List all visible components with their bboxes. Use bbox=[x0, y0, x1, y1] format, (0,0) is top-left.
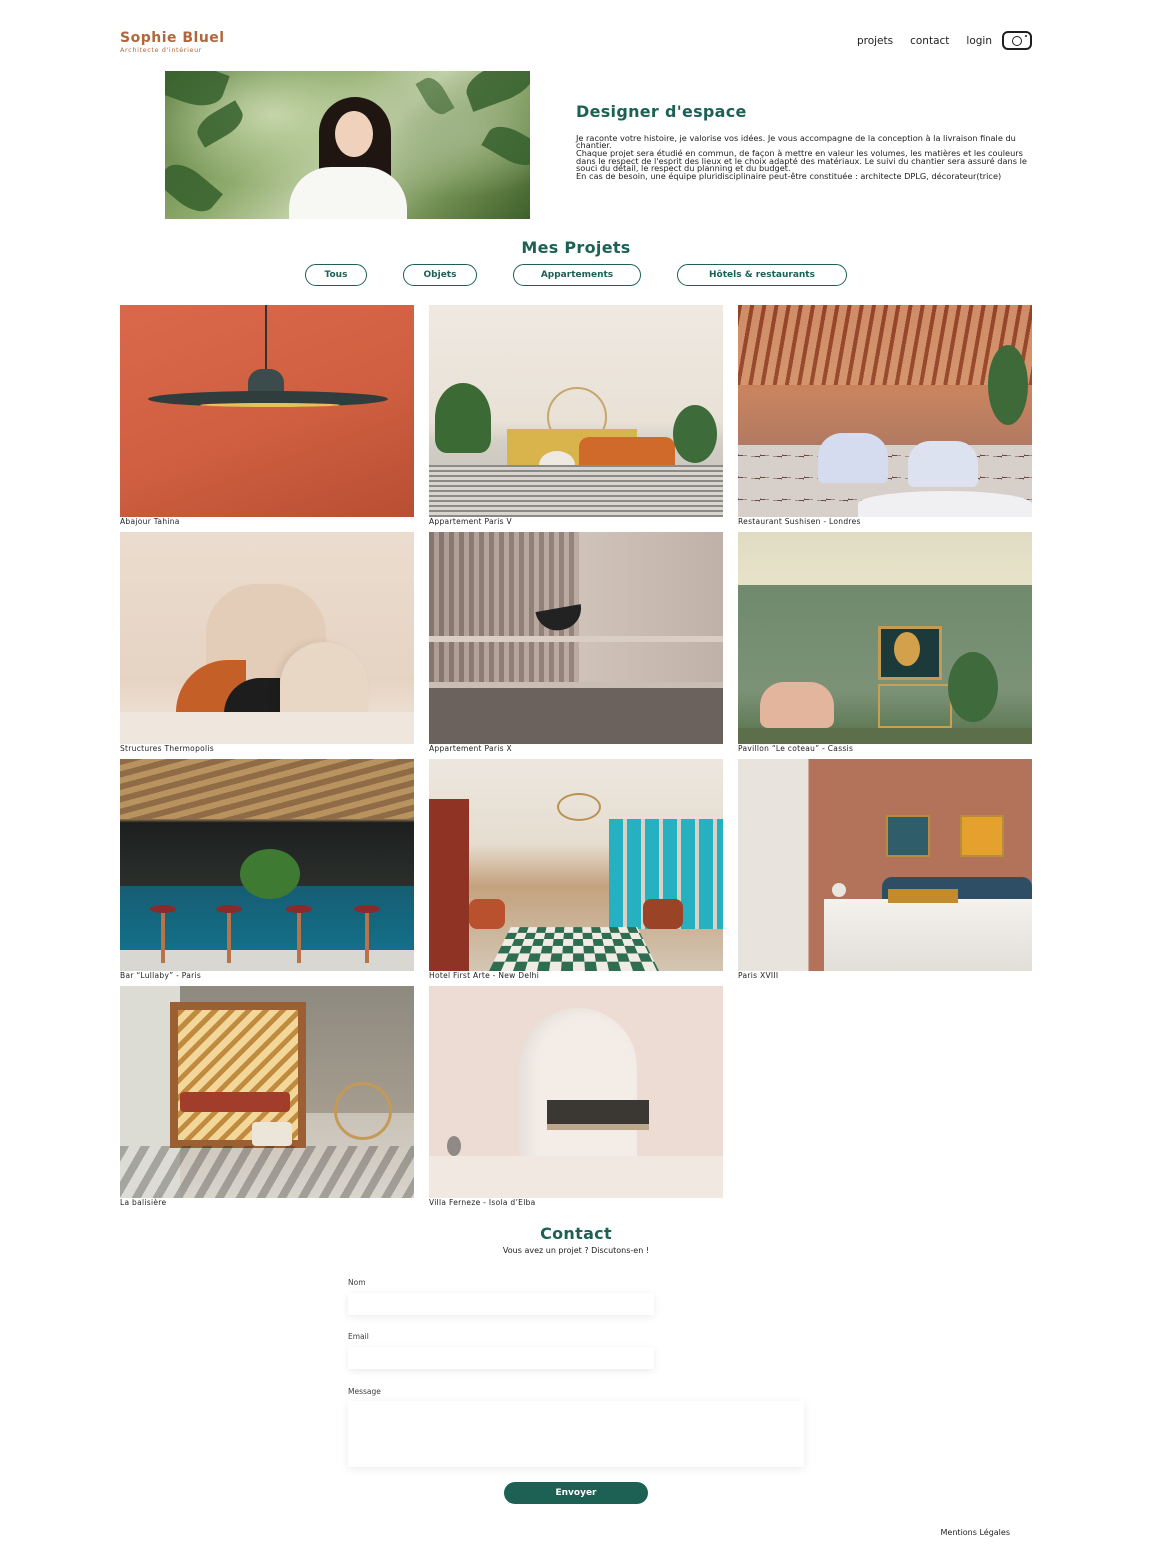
project-image bbox=[120, 986, 414, 1198]
name-label: Nom bbox=[348, 1278, 366, 1287]
logo-title: Sophie Bluel bbox=[120, 30, 225, 46]
project-caption: Paris XVIII bbox=[738, 971, 779, 980]
project-card[interactable]: Appartement Paris V bbox=[429, 305, 723, 526]
project-image bbox=[120, 759, 414, 971]
project-card[interactable]: Pavillon “Le coteau” - Cassis bbox=[738, 532, 1032, 753]
project-card[interactable]: Structures Thermopolis bbox=[120, 532, 414, 753]
logo-subtitle: Architecte d'intérieur bbox=[120, 46, 203, 54]
project-image bbox=[120, 532, 414, 744]
filter-tous[interactable]: Tous bbox=[305, 264, 367, 286]
intro-text: Designer d'espace Je raconte votre histo… bbox=[576, 102, 1032, 181]
message-field[interactable] bbox=[348, 1401, 804, 1467]
project-caption: Appartement Paris V bbox=[429, 517, 512, 526]
project-image bbox=[429, 305, 723, 517]
project-image bbox=[429, 759, 723, 971]
project-image bbox=[738, 305, 1032, 517]
profile-photo bbox=[165, 71, 530, 219]
project-caption: Hotel First Arte - New Delhi bbox=[429, 971, 540, 980]
email-field[interactable] bbox=[348, 1347, 654, 1369]
project-card[interactable]: Abajour Tahina bbox=[120, 305, 414, 526]
project-card[interactable]: La balisière bbox=[120, 986, 414, 1207]
project-caption: Pavillon “Le coteau” - Cassis bbox=[738, 744, 854, 753]
project-card[interactable]: Restaurant Sushisen - Londres bbox=[738, 305, 1032, 526]
project-card[interactable]: Bar “Lullaby” - Paris bbox=[120, 759, 414, 980]
email-label: Email bbox=[348, 1332, 369, 1341]
logo[interactable]: Sophie Bluel Architecte d'intérieur bbox=[120, 30, 225, 54]
project-image bbox=[429, 532, 723, 744]
message-label: Message bbox=[348, 1387, 381, 1396]
project-card[interactable]: Hotel First Arte - New Delhi bbox=[429, 759, 723, 980]
project-caption: Restaurant Sushisen - Londres bbox=[738, 517, 861, 526]
project-image bbox=[738, 759, 1032, 971]
project-caption: La balisière bbox=[120, 1198, 167, 1207]
contact-title: Contact bbox=[540, 1224, 612, 1243]
intro-paragraph: Je raconte votre histoire, je valorise v… bbox=[576, 133, 1016, 151]
filter-objets[interactable]: Objets bbox=[403, 264, 477, 286]
project-caption: Appartement Paris X bbox=[429, 744, 512, 753]
project-caption: Abajour Tahina bbox=[120, 517, 180, 526]
project-image bbox=[429, 986, 723, 1198]
contact-subtitle: Vous avez un projet ? Discutons-en ! bbox=[502, 1246, 650, 1255]
project-image bbox=[120, 305, 414, 517]
intro-title: Designer d'espace bbox=[576, 102, 747, 121]
project-image bbox=[738, 532, 1032, 744]
instagram-icon[interactable] bbox=[1002, 31, 1032, 50]
nav-link-projets[interactable]: projets bbox=[857, 35, 893, 47]
name-field[interactable] bbox=[348, 1293, 654, 1315]
project-caption: Structures Thermopolis bbox=[120, 744, 214, 753]
legal-link[interactable]: Mentions Légales bbox=[941, 1528, 1010, 1537]
nav-link-contact[interactable]: contact bbox=[910, 35, 949, 47]
filter-hotels-restaurants[interactable]: Hôtels & restaurants bbox=[677, 264, 847, 286]
intro-paragraph: Chaque projet sera étudié en commun, de … bbox=[576, 148, 1027, 173]
projects-title: Mes Projets bbox=[521, 238, 631, 257]
project-card[interactable]: Villa Ferneze - Isola d’Elba bbox=[429, 986, 723, 1207]
main-nav: projets contact login bbox=[840, 31, 1032, 50]
project-caption: Bar “Lullaby” - Paris bbox=[120, 971, 202, 980]
send-button[interactable]: Envoyer bbox=[504, 1482, 648, 1504]
nav-link-login[interactable]: login bbox=[966, 35, 992, 47]
project-caption: Villa Ferneze - Isola d’Elba bbox=[429, 1198, 536, 1207]
project-card[interactable]: Paris XVIII bbox=[738, 759, 1032, 980]
filter-appartements[interactable]: Appartements bbox=[513, 264, 641, 286]
project-card[interactable]: Appartement Paris X bbox=[429, 532, 723, 753]
filter-bar: Tous Objets Appartements Hôtels & restau… bbox=[0, 264, 1152, 286]
intro-paragraph: En cas de besoin, une équipe pluridiscip… bbox=[576, 171, 1002, 182]
